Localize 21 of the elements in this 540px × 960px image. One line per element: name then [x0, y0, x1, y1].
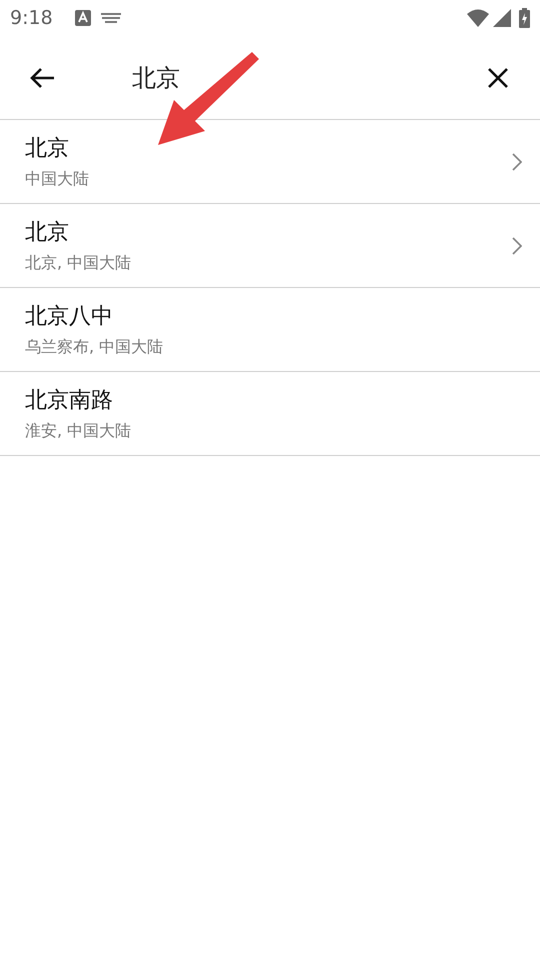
status-time: 9:18 — [10, 6, 53, 31]
place-name: 北京 — [25, 134, 70, 162]
place-region: 中国大陆 — [25, 168, 90, 190]
place-region: 淮安, 中国大陆 — [25, 420, 132, 442]
place-region: 北京, 中国大陆 — [25, 252, 132, 274]
place-name: 北京 — [25, 218, 70, 246]
battery-icon — [519, 8, 530, 28]
search-field[interactable]: 北京 — [132, 58, 456, 98]
chevron-right-icon — [512, 152, 522, 170]
place-name: 北京南路 — [25, 386, 114, 414]
close-icon — [487, 66, 509, 88]
result-item[interactable]: 北京 北京, 中国大陆 — [0, 204, 540, 288]
wifi-icon — [467, 9, 489, 27]
chevron-right-icon — [512, 236, 522, 254]
place-name: 北京八中 — [25, 302, 114, 330]
back-arrow-icon — [29, 66, 55, 88]
place-region: 乌兰察布, 中国大陆 — [25, 336, 164, 358]
signal-icon — [493, 9, 511, 27]
result-item[interactable]: 北京南路 淮安, 中国大陆 — [0, 372, 540, 456]
result-item[interactable]: 北京八中 乌兰察布, 中国大陆 — [0, 288, 540, 372]
notification-icon — [74, 10, 91, 26]
